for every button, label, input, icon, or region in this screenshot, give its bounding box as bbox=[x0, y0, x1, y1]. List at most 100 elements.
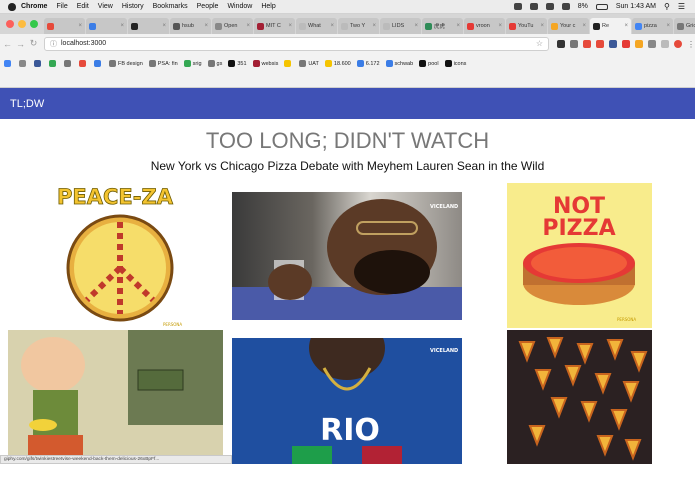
gif-laughing-man[interactable]: VICELAND bbox=[232, 192, 462, 320]
bookmark-item[interactable]: schwab bbox=[385, 60, 413, 67]
address-bar-url[interactable]: localhost:3000 bbox=[61, 40, 106, 47]
menu-window[interactable]: Window bbox=[227, 3, 252, 10]
apple-icon[interactable] bbox=[8, 2, 16, 11]
forward-button-icon[interactable]: → bbox=[15, 39, 26, 49]
tab-close-icon[interactable]: × bbox=[246, 23, 250, 29]
cloud-icon[interactable] bbox=[513, 3, 522, 10]
bookmark-item[interactable]: 18.600 bbox=[324, 60, 351, 67]
menu-history[interactable]: History bbox=[122, 3, 144, 10]
gif-peace-za[interactable]: PEACE-ZA PERSONA bbox=[45, 180, 185, 330]
extension-icon-3[interactable] bbox=[583, 39, 591, 48]
bookmark-item[interactable] bbox=[19, 60, 28, 67]
browser-tab[interactable]: What × bbox=[296, 18, 337, 34]
tab-close-icon[interactable]: × bbox=[414, 23, 418, 29]
extension-icon-8[interactable] bbox=[648, 39, 656, 48]
tab-close-icon[interactable]: × bbox=[120, 23, 124, 29]
menu-chrome[interactable]: Chrome bbox=[21, 3, 47, 10]
pizza-label: PIZZA bbox=[542, 216, 615, 241]
bookmark-item[interactable] bbox=[79, 60, 88, 67]
window-close-button[interactable] bbox=[6, 20, 14, 28]
wechat-icon[interactable] bbox=[529, 3, 538, 10]
profile-avatar-icon[interactable] bbox=[674, 39, 682, 48]
chrome-menu-icon[interactable]: ⋮ bbox=[687, 40, 695, 49]
gif-cartoon-kid[interactable] bbox=[8, 330, 223, 460]
bookmark-item[interactable]: srig bbox=[183, 60, 202, 67]
tab-close-icon[interactable]: × bbox=[372, 23, 376, 29]
address-bar[interactable]: ⓘ localhost:3000 ☆ bbox=[44, 36, 549, 51]
back-button-icon[interactable]: ← bbox=[2, 39, 13, 49]
bookmark-item[interactable]: pool bbox=[419, 60, 439, 67]
bookmark-item[interactable]: 6.172 bbox=[356, 60, 380, 67]
extension-icon-7[interactable] bbox=[635, 39, 643, 48]
browser-tab[interactable]: × bbox=[128, 18, 169, 34]
reload-button-icon[interactable]: ↻ bbox=[28, 38, 39, 49]
battery-percent[interactable]: 8% bbox=[578, 3, 588, 10]
browser-tab[interactable]: Re × bbox=[590, 18, 631, 34]
bluetooth-icon[interactable] bbox=[545, 3, 554, 10]
browser-tab[interactable]: 虎虎 × bbox=[422, 18, 463, 34]
macos-menubar: Chrome File Edit View History Bookmarks … bbox=[0, 0, 695, 14]
bookmark-item[interactable]: websis bbox=[252, 60, 278, 67]
battery-icon[interactable] bbox=[595, 3, 608, 10]
bookmark-item[interactable]: PSA: fin bbox=[148, 60, 178, 67]
browser-tab[interactable]: × bbox=[44, 18, 85, 34]
menu-edit[interactable]: Edit bbox=[77, 3, 89, 10]
tab-close-icon[interactable]: × bbox=[204, 23, 208, 29]
tab-close-icon[interactable]: × bbox=[582, 23, 586, 29]
bookmark-item[interactable]: icons bbox=[444, 60, 466, 67]
browser-tab[interactable]: LIDS × bbox=[380, 18, 421, 34]
browser-tab[interactable]: MIT C × bbox=[254, 18, 295, 34]
tab-close-icon[interactable]: × bbox=[498, 23, 502, 29]
browser-tab[interactable]: hsub × bbox=[170, 18, 211, 34]
notification-center-icon[interactable]: ☰ bbox=[678, 2, 685, 11]
extension-icon-5[interactable] bbox=[609, 39, 617, 48]
browser-tab[interactable]: Your c × bbox=[548, 18, 589, 34]
browser-tab[interactable]: vroon × bbox=[464, 18, 505, 34]
spotlight-search-icon[interactable]: ⚲ bbox=[664, 2, 670, 11]
tab-close-icon[interactable]: × bbox=[330, 23, 334, 29]
gif-pizza-slices[interactable] bbox=[507, 330, 652, 464]
browser-tab[interactable]: Two Y × bbox=[338, 18, 379, 34]
browser-tab[interactable]: Open × bbox=[212, 18, 253, 34]
tab-close-icon[interactable]: × bbox=[624, 23, 628, 29]
tab-close-icon[interactable]: × bbox=[162, 23, 166, 29]
tab-close-icon[interactable]: × bbox=[540, 23, 544, 29]
menu-bookmarks[interactable]: Bookmarks bbox=[153, 3, 188, 10]
bookmark-item[interactable] bbox=[49, 60, 58, 67]
extension-icon-4[interactable] bbox=[596, 39, 604, 48]
bookmark-star-icon[interactable]: ☆ bbox=[536, 39, 543, 48]
bookmark-item[interactable] bbox=[34, 60, 43, 67]
browser-tab[interactable]: × bbox=[86, 18, 127, 34]
browser-tab[interactable]: pizza × bbox=[632, 18, 673, 34]
menu-help[interactable]: Help bbox=[261, 3, 275, 10]
bookmark-item[interactable]: UAT bbox=[299, 60, 319, 67]
window-minimize-button[interactable] bbox=[18, 20, 26, 28]
bookmark-item[interactable] bbox=[94, 60, 103, 67]
window-zoom-button[interactable] bbox=[30, 20, 38, 28]
bookmark-item[interactable]: FB design bbox=[109, 60, 143, 67]
extension-icon-9[interactable] bbox=[661, 39, 669, 48]
menu-file[interactable]: File bbox=[56, 3, 67, 10]
extension-icon-2[interactable] bbox=[570, 39, 578, 48]
wifi-icon[interactable] bbox=[561, 3, 570, 10]
gif-rio-shirt[interactable]: RIO VICELAND bbox=[232, 338, 462, 464]
bookmark-item[interactable] bbox=[284, 60, 293, 67]
tab-close-icon[interactable]: × bbox=[288, 23, 292, 29]
menu-view[interactable]: View bbox=[98, 3, 113, 10]
tab-close-icon[interactable]: × bbox=[78, 23, 82, 29]
menu-people[interactable]: People bbox=[197, 3, 219, 10]
browser-tab[interactable]: Grid l× bbox=[674, 18, 695, 34]
extension-icon-6[interactable] bbox=[622, 39, 630, 48]
bookmark-item[interactable] bbox=[4, 60, 13, 67]
app-brand[interactable]: TL;DW bbox=[10, 98, 44, 110]
bookmark-item[interactable] bbox=[64, 60, 73, 67]
extension-icon-1[interactable] bbox=[557, 39, 565, 48]
browser-tab[interactable]: YouTu × bbox=[506, 18, 547, 34]
bookmark-item[interactable]: gs bbox=[207, 60, 222, 67]
tab-close-icon[interactable]: × bbox=[456, 23, 460, 29]
clock[interactable]: Sun 1:43 AM bbox=[616, 3, 656, 10]
site-info-icon[interactable]: ⓘ bbox=[50, 39, 57, 49]
gif-not-pizza[interactable]: NOT PIZZA PERSONA bbox=[507, 183, 652, 328]
bookmark-item[interactable]: 351 bbox=[228, 60, 247, 67]
tab-close-icon[interactable]: × bbox=[666, 23, 670, 29]
